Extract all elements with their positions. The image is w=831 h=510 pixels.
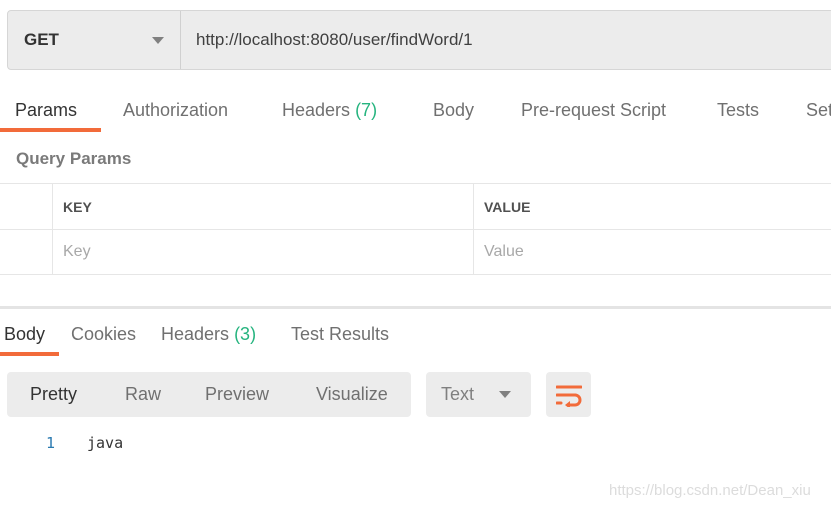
tab-label: Test Results bbox=[291, 324, 390, 344]
format-select[interactable]: Text bbox=[426, 372, 531, 417]
table-header-row: KEY VALUE bbox=[0, 183, 831, 229]
tab-body[interactable]: Body bbox=[433, 100, 474, 121]
pane-resize-divider[interactable] bbox=[0, 306, 831, 309]
tab-test-results[interactable]: Test Results bbox=[291, 324, 389, 345]
query-params-title: Query Params bbox=[16, 149, 132, 168]
checkbox-column-header bbox=[0, 184, 53, 229]
headers-count-badge: (7) bbox=[355, 100, 378, 120]
line-number: 1 bbox=[46, 434, 56, 452]
tab-settings[interactable]: Set bbox=[806, 100, 831, 121]
code-line: java bbox=[87, 434, 124, 452]
query-params-table: KEY VALUE Key Value bbox=[0, 183, 831, 275]
row-checkbox-cell bbox=[0, 230, 53, 274]
tab-label: Tests bbox=[717, 100, 760, 120]
tab-label: Headers bbox=[282, 100, 351, 120]
key-input[interactable]: Key bbox=[53, 230, 474, 274]
tab-label: Body bbox=[433, 100, 475, 120]
view-mode-pretty[interactable]: Pretty bbox=[30, 384, 77, 405]
tab-label: Pre-request Script bbox=[521, 100, 667, 120]
tab-label: Body bbox=[4, 324, 46, 344]
chevron-down-icon bbox=[152, 37, 164, 44]
request-tabs: Params Authorization Headers (7) Body Pr… bbox=[0, 92, 831, 134]
active-tab-indicator bbox=[0, 352, 59, 356]
tab-headers[interactable]: Headers (7) bbox=[282, 100, 377, 121]
request-url-bar: GET http://localhost:8080/user/findWord/… bbox=[7, 10, 831, 70]
view-mode-selector: Pretty Raw Preview Visualize bbox=[7, 372, 411, 417]
view-mode-visualize[interactable]: Visualize bbox=[316, 384, 388, 405]
tab-response-body[interactable]: Body bbox=[4, 324, 45, 345]
tab-label: Set bbox=[806, 100, 831, 120]
tab-label: Cookies bbox=[71, 324, 137, 344]
tab-authorization[interactable]: Authorization bbox=[123, 100, 228, 121]
tab-label: Params bbox=[15, 100, 78, 120]
headers-count-badge: (3) bbox=[234, 324, 257, 344]
response-tabs: Body Cookies Headers (3) Test Results bbox=[0, 316, 831, 358]
view-mode-preview[interactable]: Preview bbox=[205, 384, 269, 405]
value-input[interactable]: Value bbox=[474, 230, 831, 274]
method-select[interactable]: GET bbox=[8, 11, 181, 69]
tab-label: Authorization bbox=[123, 100, 229, 120]
url-input[interactable]: http://localhost:8080/user/findWord/1 bbox=[181, 11, 831, 69]
active-tab-indicator bbox=[0, 128, 101, 132]
watermark: https://blog.csdn.net/Dean_xiu bbox=[609, 482, 811, 499]
chevron-down-icon bbox=[499, 391, 511, 398]
format-label: Text bbox=[441, 384, 475, 404]
tab-response-headers[interactable]: Headers (3) bbox=[161, 324, 256, 345]
tab-tests[interactable]: Tests bbox=[717, 100, 759, 121]
wrap-lines-button[interactable] bbox=[546, 372, 591, 417]
tab-cookies[interactable]: Cookies bbox=[71, 324, 136, 345]
method-label: GET bbox=[24, 30, 59, 49]
view-mode-raw[interactable]: Raw bbox=[125, 384, 161, 405]
table-row: Key Value bbox=[0, 229, 831, 275]
wrap-lines-icon bbox=[555, 385, 582, 407]
key-column-header: KEY bbox=[53, 184, 474, 229]
value-column-header: VALUE bbox=[484, 198, 531, 215]
url-text: http://localhost:8080/user/findWord/1 bbox=[196, 30, 473, 49]
tab-label: Headers bbox=[161, 324, 230, 344]
tab-params[interactable]: Params bbox=[15, 100, 77, 121]
tab-pre-request-script[interactable]: Pre-request Script bbox=[521, 100, 666, 121]
